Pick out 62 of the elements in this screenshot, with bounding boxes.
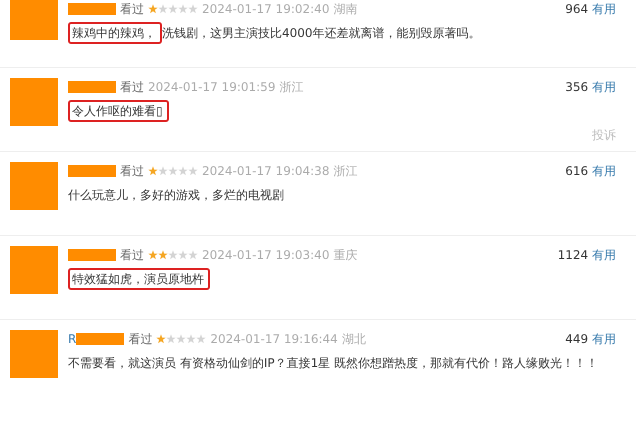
star-icon xyxy=(176,334,186,344)
redaction-bar xyxy=(68,3,116,15)
vote-count: 1124 xyxy=(558,248,588,262)
useful-link[interactable]: 有用 xyxy=(592,2,616,16)
watch-status: 看过 xyxy=(120,163,144,180)
avatar-placeholder[interactable] xyxy=(10,78,58,126)
useful-link[interactable]: 有用 xyxy=(592,80,616,94)
star-icon xyxy=(168,166,178,176)
star-icon xyxy=(166,334,176,344)
star-icon xyxy=(156,334,166,344)
star-icon xyxy=(158,4,168,14)
redaction-bar xyxy=(68,165,116,177)
highlighted-text: 令人作呕的难看▯ xyxy=(68,100,169,122)
star-icon xyxy=(158,250,168,260)
watch-status: 看过 xyxy=(120,247,144,264)
avatar-placeholder[interactable] xyxy=(10,246,58,294)
vote-count: 356 xyxy=(565,80,588,94)
vote-count: 449 xyxy=(565,332,588,346)
star-icon xyxy=(188,4,198,14)
review-location: 浙江 xyxy=(279,79,304,96)
star-icon xyxy=(186,334,196,344)
review-date: 2024-01-17 19:02:40 xyxy=(202,1,330,18)
review-text: 不需要看，就这演员 有资格动仙剑的IP？直接1星 既然你想蹭热度，那就有代价！路人缘败光！！！ xyxy=(68,356,598,370)
star-icon xyxy=(188,166,198,176)
redaction-bar xyxy=(76,333,124,345)
redaction-bar xyxy=(68,249,116,261)
useful-link[interactable]: 有用 xyxy=(592,332,616,346)
vote-count: 964 xyxy=(565,2,588,16)
useful-link[interactable]: 有用 xyxy=(592,248,616,262)
star-icon xyxy=(178,250,188,260)
review-location: 湖南 xyxy=(333,1,358,18)
vote-count: 616 xyxy=(565,164,588,178)
watch-status: 看过 xyxy=(120,79,144,96)
star-icon xyxy=(178,166,188,176)
review-date: 2024-01-17 19:03:40 xyxy=(202,247,330,264)
star-icon xyxy=(168,250,178,260)
review-location: 重庆 xyxy=(333,247,358,264)
star-icon xyxy=(188,250,198,260)
review-date: 2024-01-17 19:16:44 xyxy=(210,331,338,348)
redaction-bar xyxy=(68,81,116,93)
useful-link[interactable]: 有用 xyxy=(592,164,616,178)
star-icon xyxy=(178,4,188,14)
review-text: 什么玩意儿，多好的游戏，多烂的电视剧 xyxy=(68,188,284,202)
star-icon xyxy=(148,166,158,176)
review-location: 湖北 xyxy=(342,331,366,348)
star-icon xyxy=(148,250,158,260)
highlighted-text: 特效猛如虎，演员原地杵 xyxy=(68,268,210,290)
highlighted-text: 辣鸡中的辣鸡， xyxy=(68,22,162,44)
review-text: 洗钱剧，这男主演技比4000年还差就离谱，能别毁原著吗。 xyxy=(162,26,481,40)
star-icon xyxy=(196,334,206,344)
avatar-placeholder[interactable] xyxy=(10,0,58,40)
review-date: 2024-01-17 19:04:38 xyxy=(202,163,330,180)
username[interactable]: R xyxy=(68,330,76,348)
avatar-placeholder[interactable] xyxy=(10,162,58,210)
watch-status: 看过 xyxy=(120,1,144,18)
watch-status: 看过 xyxy=(128,331,152,348)
star-icon xyxy=(168,4,178,14)
star-icon xyxy=(158,166,168,176)
avatar-placeholder[interactable] xyxy=(10,330,58,378)
review-location: 浙江 xyxy=(333,163,358,180)
star-icon xyxy=(148,4,158,14)
review-date: 2024-01-17 19:01:59 xyxy=(148,79,276,96)
